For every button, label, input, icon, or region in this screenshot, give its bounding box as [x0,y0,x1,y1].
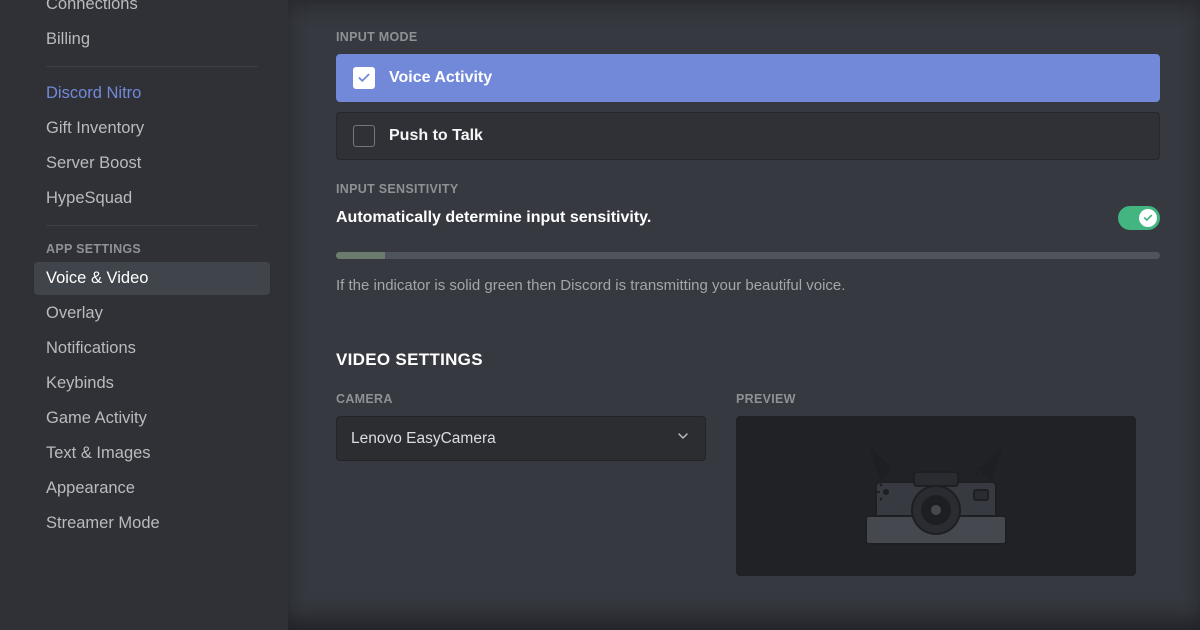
camera-select-value: Lenovo EasyCamera [351,430,496,448]
sensitivity-hint: If the indicator is solid green then Dis… [336,277,1160,294]
auto-sensitivity-text: Automatically determine input sensitivit… [336,209,651,227]
sidebar-item-hypesquad[interactable]: HypeSquad [34,182,270,215]
input-mode-label: INPUT MODE [336,30,1160,44]
sidebar-separator [46,66,258,67]
input-mode-voice-activity[interactable]: Voice Activity [336,54,1160,102]
sidebar-item-game-activity[interactable]: Game Activity [34,402,270,435]
sidebar-item-overlay[interactable]: Overlay [34,297,270,330]
sidebar-item-text-images[interactable]: Text & Images [34,437,270,470]
video-preview-box [736,416,1136,576]
sidebar-item-voice-video[interactable]: Voice & Video [34,262,270,295]
input-mode-push-to-talk[interactable]: Push to Talk [336,112,1160,160]
option-label: Push to Talk [389,127,483,145]
input-level-fill [336,252,385,259]
sidebar-item-billing[interactable]: Billing [34,23,270,56]
sidebar-item-appearance[interactable]: Appearance [34,472,270,505]
sidebar-item-connections[interactable]: Connections [34,0,270,21]
chevron-down-icon [675,428,691,449]
checkbox-unchecked-icon [353,125,375,147]
camera-select[interactable]: Lenovo EasyCamera [336,416,706,461]
auto-sensitivity-toggle[interactable] [1118,206,1160,230]
preview-label: PREVIEW [736,392,1136,406]
sidebar-item-keybinds[interactable]: Keybinds [34,367,270,400]
input-sensitivity-label: INPUT SENSITIVITY [336,182,1160,196]
sidebar-item-streamer-mode[interactable]: Streamer Mode [34,507,270,540]
sidebar-item-discord-nitro[interactable]: Discord Nitro [34,77,270,110]
option-label: Voice Activity [389,69,492,87]
toggle-knob [1139,209,1157,227]
sidebar-item-server-boost[interactable]: Server Boost [34,147,270,180]
settings-sidebar: Connections Billing Discord Nitro Gift I… [0,0,288,630]
sidebar-header-app-settings: APP SETTINGS [34,236,270,262]
auto-sensitivity-row: Automatically determine input sensitivit… [336,206,1160,230]
camera-illustration-icon [856,444,1016,554]
input-level-indicator [336,252,1160,259]
sidebar-separator [46,225,258,226]
settings-main: INPUT MODE Voice Activity Push to Talk I… [288,0,1200,630]
sidebar-item-gift-inventory[interactable]: Gift Inventory [34,112,270,145]
checkbox-checked-icon [353,67,375,89]
camera-label: CAMERA [336,392,706,406]
video-settings-title: VIDEO SETTINGS [336,350,1160,370]
sidebar-item-notifications[interactable]: Notifications [34,332,270,365]
